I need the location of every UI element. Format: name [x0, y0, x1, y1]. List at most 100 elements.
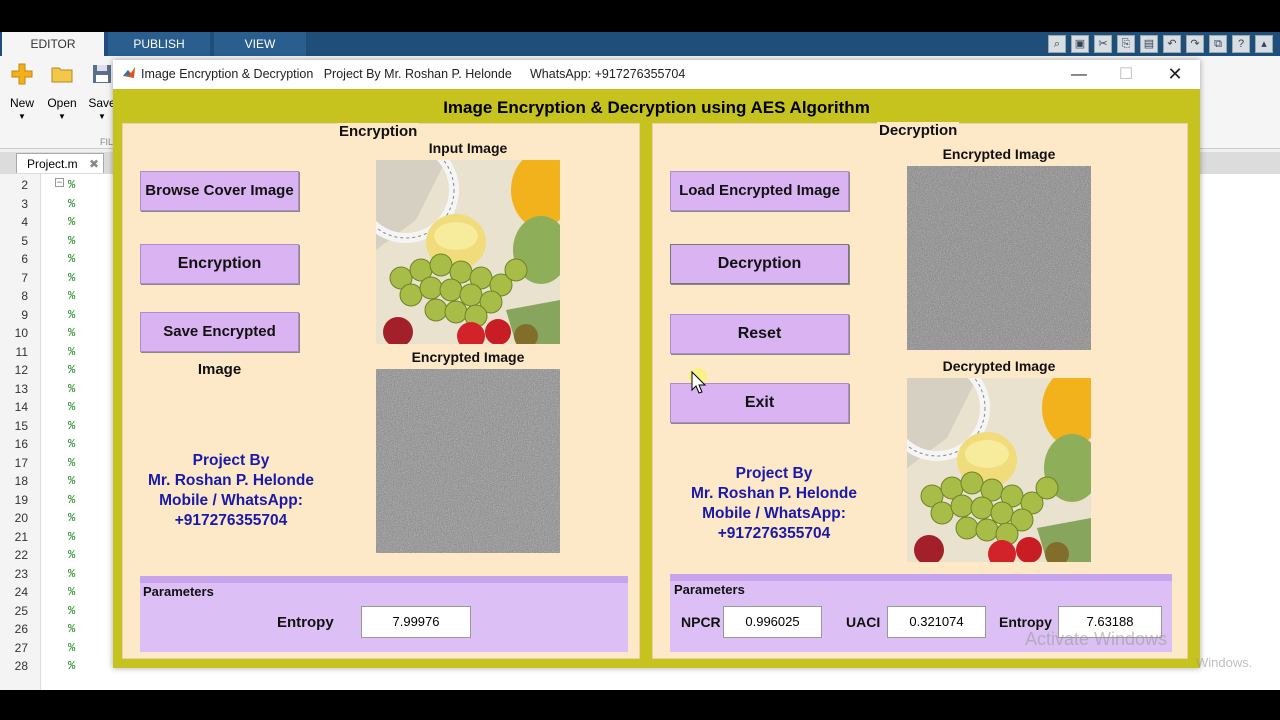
paste-icon[interactable]: ▤ — [1140, 35, 1158, 53]
chevron-down-icon: ▼ — [58, 112, 66, 121]
uaci-field[interactable]: 0.321074 — [887, 606, 986, 638]
line-number: 18 — [14, 474, 28, 488]
code-comment: % — [68, 455, 76, 470]
matlab-logo-icon — [123, 67, 135, 78]
code-comment: % — [68, 381, 76, 396]
activate-windows-watermark-sub: Windows. — [1196, 655, 1253, 670]
window-title-whatsapp: WhatsApp: +917276355704 — [530, 67, 686, 81]
decryption-encrypted-image — [907, 166, 1091, 350]
decryption-panel: Decryption Load Encrypted Image Decrypti… — [652, 122, 1188, 659]
line-number: 17 — [14, 455, 28, 470]
quick-access-toolbar: ⌕ ▣ ✂ ⎘ ▤ ↶ ↷ ⧉? ▴ — [1048, 34, 1278, 54]
decryption-panel-title: Decryption — [877, 122, 960, 139]
code-comment: % — [68, 196, 76, 211]
code-comment: % — [68, 233, 76, 248]
fold-collapse-icon[interactable]: − — [55, 178, 64, 187]
reset-button[interactable]: Reset — [670, 314, 849, 354]
file-tab-project[interactable]: Project.m ✖ — [16, 153, 104, 173]
line-number: 11 — [15, 344, 28, 359]
code-comment: % — [68, 640, 76, 655]
line-number: 15 — [14, 418, 28, 433]
folder-icon — [51, 67, 73, 83]
line-number: 14 — [14, 400, 28, 414]
parameters-title: Parameters — [674, 582, 745, 597]
entropy-field[interactable]: 7.99976 — [361, 606, 471, 638]
open-button[interactable]: Open ▼ — [40, 62, 84, 121]
undo-icon[interactable]: ↶ — [1163, 35, 1181, 53]
decryption-encrypted-image-title: Encrypted Image — [942, 146, 1056, 162]
code-comment: % — [68, 252, 76, 266]
code-comment: % — [68, 344, 76, 359]
load-encrypted-image-button[interactable]: Load Encrypted Image — [670, 171, 849, 211]
maximize-icon[interactable]: ☐ — [1103, 60, 1149, 89]
minimize-icon[interactable]: — — [1056, 60, 1102, 89]
code-comment: % — [68, 437, 76, 451]
help-icon[interactable]: ? — [1232, 35, 1250, 53]
line-number: 9 — [21, 307, 28, 322]
tab-publish[interactable]: PUBLISH — [108, 32, 210, 56]
expand-icon[interactable]: ▴ — [1255, 35, 1273, 53]
input-image-title: Input Image — [428, 140, 508, 156]
uaci-label: UACI — [846, 614, 881, 630]
find-icon[interactable]: ⌕ — [1048, 35, 1066, 53]
browse-cover-image-button[interactable]: Browse Cover Image — [140, 171, 299, 211]
line-number: 10 — [14, 326, 28, 340]
code-comment: % — [68, 474, 76, 488]
entropy-label: Entropy — [999, 614, 1052, 630]
line-number: 20 — [14, 511, 28, 525]
cursor-pointer-icon — [689, 368, 707, 394]
encryption-button[interactable]: Encryption — [140, 244, 299, 284]
new-plus-icon — [11, 63, 33, 85]
line-number: 2 — [21, 178, 28, 192]
switch-window-icon[interactable]: ⧉ — [1209, 35, 1227, 53]
encryption-panel: Encryption Browse Cover Image Encryption… — [122, 123, 640, 659]
line-number: 7 — [21, 270, 28, 285]
code-comment: % — [68, 548, 76, 562]
line-number: 23 — [14, 566, 28, 581]
line-number: 24 — [14, 585, 28, 599]
window-title: Image Encryption & Decryption Project By… — [141, 67, 512, 81]
line-number: 19 — [14, 492, 28, 507]
code-comment: % — [68, 603, 76, 618]
parameters-title: Parameters — [143, 584, 214, 599]
line-number: 4 — [21, 215, 28, 229]
new-button[interactable]: New ▼ — [0, 62, 44, 121]
code-comment: % — [68, 289, 76, 303]
fruit-image — [907, 378, 1091, 562]
decryption-button[interactable]: Decryption — [670, 244, 849, 284]
noise-image — [907, 166, 1091, 350]
save-icon[interactable]: ▣ — [1071, 35, 1089, 53]
cut-icon[interactable]: ✂ — [1094, 35, 1112, 53]
npcr-field[interactable]: 0.996025 — [723, 606, 822, 638]
entropy-label: Entropy — [277, 614, 334, 631]
code-comment: % — [68, 307, 76, 322]
code-comment: % — [68, 492, 76, 507]
line-number: 5 — [21, 233, 28, 248]
tab-view[interactable]: VIEW — [214, 32, 306, 56]
encryption-parameters-panel: Parameters Entropy 7.99976 — [140, 576, 628, 652]
code-comment: % — [68, 363, 76, 377]
fruit-image — [376, 160, 560, 344]
redo-icon[interactable]: ↷ — [1186, 35, 1204, 53]
code-comment: % — [68, 511, 76, 525]
code-comment: % — [68, 215, 76, 229]
copy-icon[interactable]: ⎘ — [1117, 35, 1135, 53]
encryption-credit: Project By Mr. Roshan P. Helonde Mobile … — [148, 452, 314, 529]
close-icon[interactable]: ✖ — [89, 154, 99, 174]
code-comment: % — [68, 622, 76, 636]
decrypted-image-title: Decrypted Image — [942, 358, 1056, 374]
activate-windows-watermark: Activate Windows — [1025, 629, 1168, 649]
tab-editor[interactable]: EDITOR — [2, 32, 104, 56]
decryption-credit: Project By Mr. Roshan P. Helonde Mobile … — [691, 465, 857, 542]
app-main-title: Image Encryption & Decryption using AES … — [443, 98, 870, 117]
encryption-panel-title: Encryption — [337, 123, 420, 140]
code-comment: % — [68, 400, 76, 414]
window-titlebar: Image Encryption & Decryption Project By… — [113, 60, 1200, 89]
line-number: 6 — [21, 252, 28, 266]
code-comment: % — [68, 529, 76, 544]
close-window-icon[interactable]: ✕ — [1152, 60, 1198, 89]
decrypted-image — [907, 378, 1091, 562]
floppy-icon — [93, 65, 111, 83]
ribbon-group-label: FIL — [100, 137, 114, 147]
save-encrypted-image-button[interactable]: Save Encrypted Image — [140, 312, 299, 378]
